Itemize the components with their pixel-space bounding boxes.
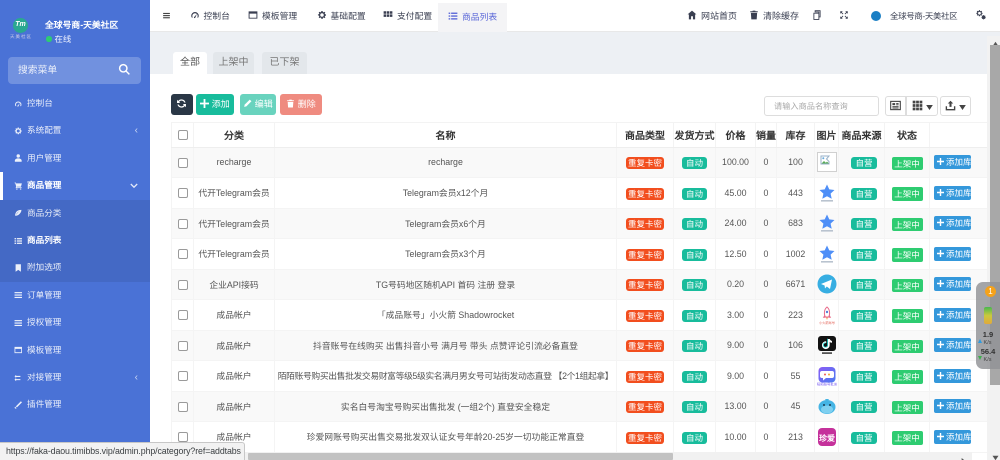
svg-text:小火箭账号: 小火箭账号	[819, 321, 835, 325]
svg-text:珍爱: 珍爱	[819, 434, 835, 443]
svg-text:陌陌账号批发: 陌陌账号批发	[817, 382, 837, 386]
